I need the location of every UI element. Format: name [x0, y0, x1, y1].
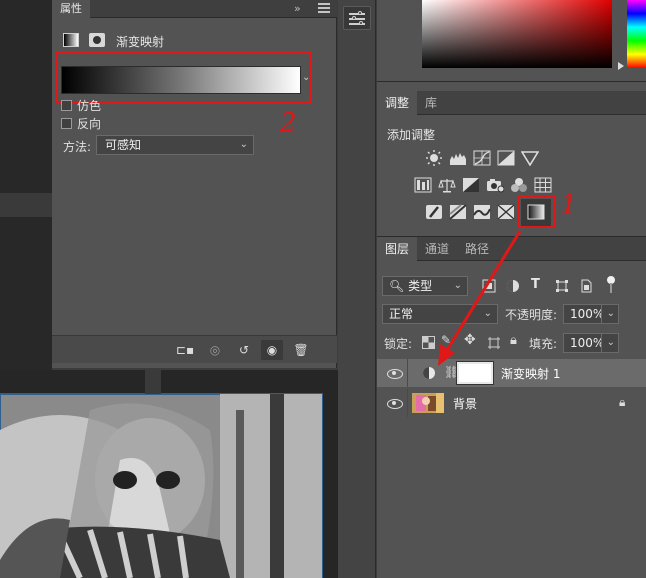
- chevron-down-icon: ⌄: [606, 308, 615, 319]
- layer-row-gradient-map[interactable]: ⛓ 渐变映射 1: [377, 359, 646, 387]
- layer-row-background[interactable]: 背景 🔒︎: [377, 389, 646, 417]
- tab-channels[interactable]: 通道: [417, 237, 457, 261]
- layers-panel: 图层 通道 路径 🔍︎ 类型 ⌄ T 正常 ⌄ 不透明度: 100% ⌄ 锁定:…: [377, 236, 646, 578]
- color-balance-icon[interactable]: [438, 177, 456, 193]
- lock-position-icon[interactable]: ✥: [464, 332, 476, 348]
- method-label: 方法:: [63, 140, 92, 154]
- lock-artboard-icon[interactable]: [487, 336, 501, 350]
- vibrance-icon[interactable]: [521, 150, 539, 166]
- color-picker-panel: [377, 0, 646, 82]
- blend-mode-select[interactable]: 正常 ⌄: [382, 304, 498, 324]
- layer-filter-select[interactable]: 🔍︎ 类型 ⌄: [382, 276, 468, 296]
- lock-image-icon[interactable]: ✎: [441, 333, 451, 347]
- exposure-icon[interactable]: [497, 150, 515, 166]
- panel-tool-strip: [338, 0, 376, 578]
- invert-icon[interactable]: [425, 204, 443, 220]
- annotation-box-1: [517, 196, 555, 228]
- method-value: 可感知: [105, 138, 142, 152]
- properties-header: 属性 »: [52, 0, 337, 18]
- hue-saturation-icon[interactable]: [414, 177, 432, 193]
- method-select[interactable]: 可感知 ⌄: [96, 135, 254, 155]
- canvas-divider: [145, 370, 161, 394]
- hue-slider-handle[interactable]: [618, 62, 624, 70]
- black-white-icon[interactable]: [462, 177, 480, 193]
- background-thumbnail[interactable]: [412, 393, 444, 413]
- color-lookup-icon[interactable]: [534, 177, 552, 193]
- channel-mixer-icon[interactable]: [510, 177, 528, 193]
- right-panels: 调整 库 添加调整 1 图层 通道 路径 🔍︎ 类型 ⌄ T 正常 ⌄ 不透明度…: [377, 0, 646, 578]
- shape-filter-icon[interactable]: [555, 279, 569, 293]
- chevron-down-icon: ⌄: [239, 139, 248, 150]
- workspace-strip: [0, 193, 52, 217]
- dither-label: 仿色: [77, 99, 102, 113]
- color-field[interactable]: [422, 0, 612, 68]
- layer-mask-thumbnail[interactable]: [456, 361, 494, 385]
- annotation-label-1: 1: [560, 188, 578, 221]
- type-filter-icon[interactable]: T: [531, 277, 540, 292]
- lock-transparent-icon[interactable]: [422, 336, 435, 349]
- chevron-down-icon: ⌄: [453, 280, 462, 291]
- lock-label: 锁定:: [384, 337, 413, 351]
- visibility-eye-icon[interactable]: [387, 399, 403, 409]
- curves-icon[interactable]: [473, 150, 491, 166]
- adjustment-layer-icon: [423, 367, 435, 379]
- tab-adjustments[interactable]: 调整: [377, 91, 418, 115]
- lock-icon: 🔒︎: [619, 395, 626, 409]
- panel-menu-icon[interactable]: [318, 3, 330, 15]
- view-previous-icon[interactable]: ◎: [204, 340, 226, 360]
- tab-library[interactable]: 库: [417, 91, 445, 115]
- opacity-label: 不透明度:: [505, 308, 558, 322]
- row-divider: [407, 359, 408, 387]
- tab-paths[interactable]: 路径: [457, 237, 497, 261]
- chevron-down-icon: ⌄: [483, 308, 492, 319]
- reverse-label: 反向: [77, 117, 102, 131]
- posterize-icon[interactable]: [449, 204, 467, 220]
- row-divider: [407, 389, 408, 417]
- reverse-checkbox[interactable]: [61, 118, 72, 129]
- annotation-label-2: 2: [280, 108, 297, 138]
- layer-name[interactable]: 渐变映射 1: [501, 365, 560, 382]
- blend-mode-value: 正常: [389, 307, 414, 321]
- reset-icon[interactable]: ↺: [233, 340, 255, 360]
- fill-dropdown[interactable]: ⌄: [601, 333, 619, 353]
- properties-tab[interactable]: 属性: [52, 0, 90, 18]
- visibility-eye-icon[interactable]: ◉: [261, 340, 283, 360]
- opacity-dropdown[interactable]: ⌄: [601, 304, 619, 324]
- hue-strip[interactable]: [627, 0, 646, 68]
- delete-icon[interactable]: 🗑: [290, 340, 312, 360]
- chevron-down-icon: ⌄: [606, 337, 615, 348]
- photo-filter-icon[interactable]: [486, 177, 504, 193]
- fill-label: 填充:: [529, 337, 558, 351]
- visibility-eye-icon[interactable]: [387, 369, 403, 379]
- adjustment-filter-icon[interactable]: [506, 279, 520, 293]
- lock-all-icon[interactable]: 🔒︎: [510, 333, 517, 348]
- layer-mask-icon[interactable]: [89, 33, 105, 47]
- properties-panel: 属性 » 渐变映射 ⌄ 2 仿色 反向 方法: 可感知 ⌄ ⊏▪ ◎ ↺ ◉ 🗑: [52, 0, 337, 368]
- pixel-filter-icon[interactable]: [482, 279, 496, 293]
- adjustments-tabbar: 调整 库: [377, 91, 646, 115]
- adjustments-sliders-icon[interactable]: [343, 6, 371, 30]
- layer-filter-value: 类型: [408, 279, 433, 293]
- smart-object-filter-icon[interactable]: [579, 279, 593, 293]
- canvas-image: [0, 393, 323, 578]
- levels-icon[interactable]: [449, 150, 467, 166]
- dither-checkbox[interactable]: [61, 100, 72, 111]
- threshold-icon[interactable]: [473, 204, 491, 220]
- selective-color-icon[interactable]: [497, 204, 515, 220]
- layer-name[interactable]: 背景: [453, 395, 477, 412]
- tab-layers[interactable]: 图层: [377, 237, 418, 261]
- gradient-map-icon: [63, 33, 79, 47]
- search-icon: 🔍︎: [389, 279, 405, 293]
- properties-footer: ⊏▪ ◎ ↺ ◉ 🗑: [52, 335, 337, 363]
- clip-to-layer-icon[interactable]: ⊏▪: [174, 340, 196, 360]
- brightness-icon[interactable]: [425, 150, 443, 166]
- document-canvas[interactable]: [0, 370, 340, 578]
- collapse-icon[interactable]: »: [294, 0, 308, 18]
- properties-title: 渐变映射: [116, 35, 165, 49]
- layers-tabbar: 图层 通道 路径: [377, 237, 646, 261]
- filter-toggle-icon[interactable]: [606, 275, 616, 295]
- add-adjustment-label: 添加调整: [387, 128, 436, 142]
